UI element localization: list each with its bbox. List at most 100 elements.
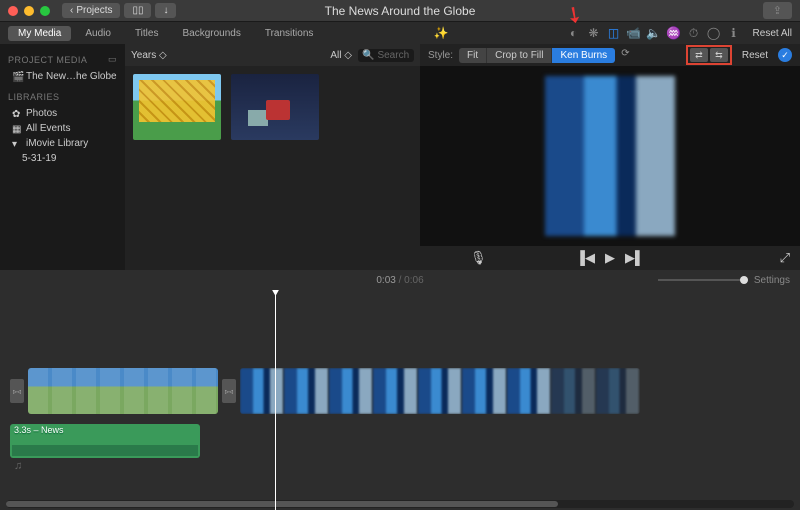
crop-icon[interactable]: ◫ — [607, 26, 621, 40]
info-icon[interactable]: ℹ — [727, 26, 741, 40]
media-panel: My Media Audio Titles Backgrounds Transi… — [0, 22, 420, 270]
traffic-lights — [8, 6, 50, 16]
style-fit-button[interactable]: Fit — [459, 48, 487, 63]
tab-audio[interactable]: Audio — [75, 26, 121, 41]
play-icon[interactable]: ▶ — [605, 250, 615, 266]
sidebar-heading-libraries: LIBRARIES — [8, 92, 117, 102]
tab-titles[interactable]: Titles — [125, 26, 169, 41]
stabilization-icon[interactable]: 📹 — [627, 26, 641, 40]
tab-my-media[interactable]: My Media — [8, 26, 71, 41]
swap-end-start-button[interactable]: ⇆ — [710, 48, 728, 62]
sidebar-project-name: The New…he Globe — [26, 71, 117, 82]
all-label: All — [330, 50, 341, 61]
playhead[interactable] — [275, 290, 276, 510]
audio-waveform — [12, 438, 198, 456]
style-label: Style: — [428, 50, 453, 61]
transition-icon[interactable]: ▹◃ — [10, 379, 24, 403]
timeline-clip-audio[interactable]: 3.3s – News — [10, 424, 200, 458]
tab-transitions[interactable]: Transitions — [255, 26, 324, 41]
zoom-slider[interactable] — [658, 279, 748, 281]
sidebar-heading-label: PROJECT MEDIA — [8, 55, 87, 65]
next-frame-icon[interactable]: ▶▌ — [625, 250, 644, 266]
window-titlebar: ‹ Projects ▯▯ ↓ The News Around the Glob… — [0, 0, 800, 22]
sidebar-item-imovie-library[interactable]: ▾ iMovie Library — [8, 136, 117, 151]
tab-backgrounds[interactable]: Backgrounds — [172, 26, 250, 41]
rotate-icon[interactable]: ⟳ — [621, 48, 635, 62]
clip-filter-icon[interactable]: ◯ — [707, 26, 721, 40]
minimize-window-icon[interactable] — [24, 6, 34, 16]
style-ken-burns-button[interactable]: Ken Burns — [552, 48, 615, 63]
zoom-thumb[interactable] — [740, 276, 748, 284]
video-track: ▹◃ ▹◃ — [10, 368, 790, 414]
import-button[interactable]: ↓ — [155, 3, 176, 18]
fullscreen-window-icon[interactable] — [40, 6, 50, 16]
sidebar-item-all-events[interactable]: ▦ All Events — [8, 121, 117, 136]
horizontal-scrollbar[interactable] — [6, 500, 794, 508]
timeline-area: 0:03 / 0:06 Settings ▹◃ ▹◃ 3.3s – News ♫ — [0, 270, 800, 510]
share-icon: ⇪ — [773, 5, 782, 17]
voiceover-mic-icon[interactable]: 🎙 — [470, 250, 487, 266]
swap-start-end-button[interactable]: ⇄ — [690, 48, 708, 62]
style-crop-to-fill-button[interactable]: Crop to Fill — [487, 48, 552, 63]
video-viewer[interactable] — [420, 66, 800, 246]
clips-filter-dropdown[interactable]: All ◇ — [330, 50, 352, 61]
sidebar-item-project[interactable]: 🎬 The New…he Globe — [8, 69, 117, 84]
calendar-icon: ▦ — [12, 124, 22, 134]
search-icon: 🔍 — [362, 50, 374, 61]
share-button[interactable]: ⇪ — [763, 2, 792, 19]
titlebar-right: ⇪ — [763, 2, 792, 19]
years-label: Years — [131, 50, 156, 61]
reset-button[interactable]: Reset — [742, 50, 768, 61]
timeline-clip-map[interactable] — [28, 368, 218, 414]
sidebar-item-label: Photos — [26, 108, 57, 119]
media-browser: Years ◇ All ◇ 🔍 Search — [125, 44, 420, 270]
top-area: My Media Audio Titles Backgrounds Transi… — [0, 22, 800, 270]
time-current: 0:03 — [376, 275, 395, 286]
apply-check-icon[interactable]: ✓ — [778, 48, 792, 62]
years-dropdown[interactable]: Years ◇ — [131, 50, 167, 61]
noise-reduction-icon[interactable]: ♒ — [667, 26, 681, 40]
color-correction-icon[interactable]: ❋ — [587, 26, 601, 40]
updown-icon: ◇ — [344, 50, 352, 61]
reset-all-button[interactable]: Reset All — [753, 28, 792, 39]
transition-icon[interactable]: ▹◃ — [222, 379, 236, 403]
media-thumbnail[interactable] — [231, 74, 319, 140]
fullscreen-icon[interactable]: ⤢ — [780, 250, 790, 266]
download-arrow-icon: ↓ — [163, 5, 168, 16]
volume-icon[interactable]: 🔈 — [647, 26, 661, 40]
prev-frame-icon[interactable]: ▐◀ — [576, 250, 595, 266]
media-tabs: My Media Audio Titles Backgrounds Transi… — [0, 22, 420, 44]
audio-track: 3.3s – News — [10, 418, 790, 464]
updown-icon: ◇ — [159, 50, 167, 61]
speed-icon[interactable]: ⏱ — [687, 26, 701, 40]
viewer-panel: ✨ ◐ ❋ ◫ 📹 🔈 ♒ ⏱ ◯ ℹ Reset All Style: Fit… — [420, 22, 800, 270]
crop-style-row: Style: Fit Crop to Fill Ken Burns ⟳ ⇄ ⇆ … — [420, 44, 800, 66]
enhance-wand-icon[interactable]: ✨ — [434, 26, 448, 40]
media-thumbnail[interactable] — [133, 74, 221, 140]
timeline-body[interactable]: ▹◃ ▹◃ 3.3s – News ♫ — [0, 290, 800, 510]
crop-style-segmented: Fit Crop to Fill Ken Burns — [459, 48, 615, 63]
view-toggle-button[interactable]: ▯▯ — [124, 3, 151, 18]
sidebar-item-label: iMovie Library — [26, 138, 88, 149]
sidebar-item-event-date[interactable]: 5-31-19 — [8, 151, 117, 166]
timeline-header: 0:03 / 0:06 Settings — [0, 270, 800, 290]
projects-label: Projects — [76, 5, 112, 16]
sidebar-list-toggle-icon[interactable]: ▭ — [108, 54, 117, 65]
sidebar-item-label: All Events — [26, 123, 70, 134]
layout-icon: ▯▯ — [132, 5, 143, 16]
close-window-icon[interactable] — [8, 6, 18, 16]
titlebar-left-buttons: ‹ Projects ▯▯ ↓ — [62, 3, 176, 18]
viewer-toolbar: ✨ ◐ ❋ ◫ 📹 🔈 ♒ ⏱ ◯ ℹ Reset All — [420, 22, 800, 44]
settings-button[interactable]: Settings — [754, 275, 790, 286]
timeline-settings-group: Settings — [658, 275, 790, 286]
sidebar-item-photos[interactable]: ✿ Photos — [8, 106, 117, 121]
sidebar-heading-project-media: PROJECT MEDIA ▭ — [8, 54, 117, 65]
color-balance-icon[interactable]: ◐ — [567, 26, 581, 40]
timeline-time: 0:03 / 0:06 — [376, 275, 423, 286]
audio-clip-label: 3.3s – News — [14, 425, 64, 435]
projects-back-button[interactable]: ‹ Projects — [62, 3, 120, 18]
swap-highlight-box: ⇄ ⇆ — [686, 45, 732, 65]
search-input[interactable]: 🔍 Search — [358, 49, 414, 62]
timeline-clip-video[interactable] — [240, 368, 640, 414]
sidebar-item-label: 5-31-19 — [22, 153, 56, 164]
